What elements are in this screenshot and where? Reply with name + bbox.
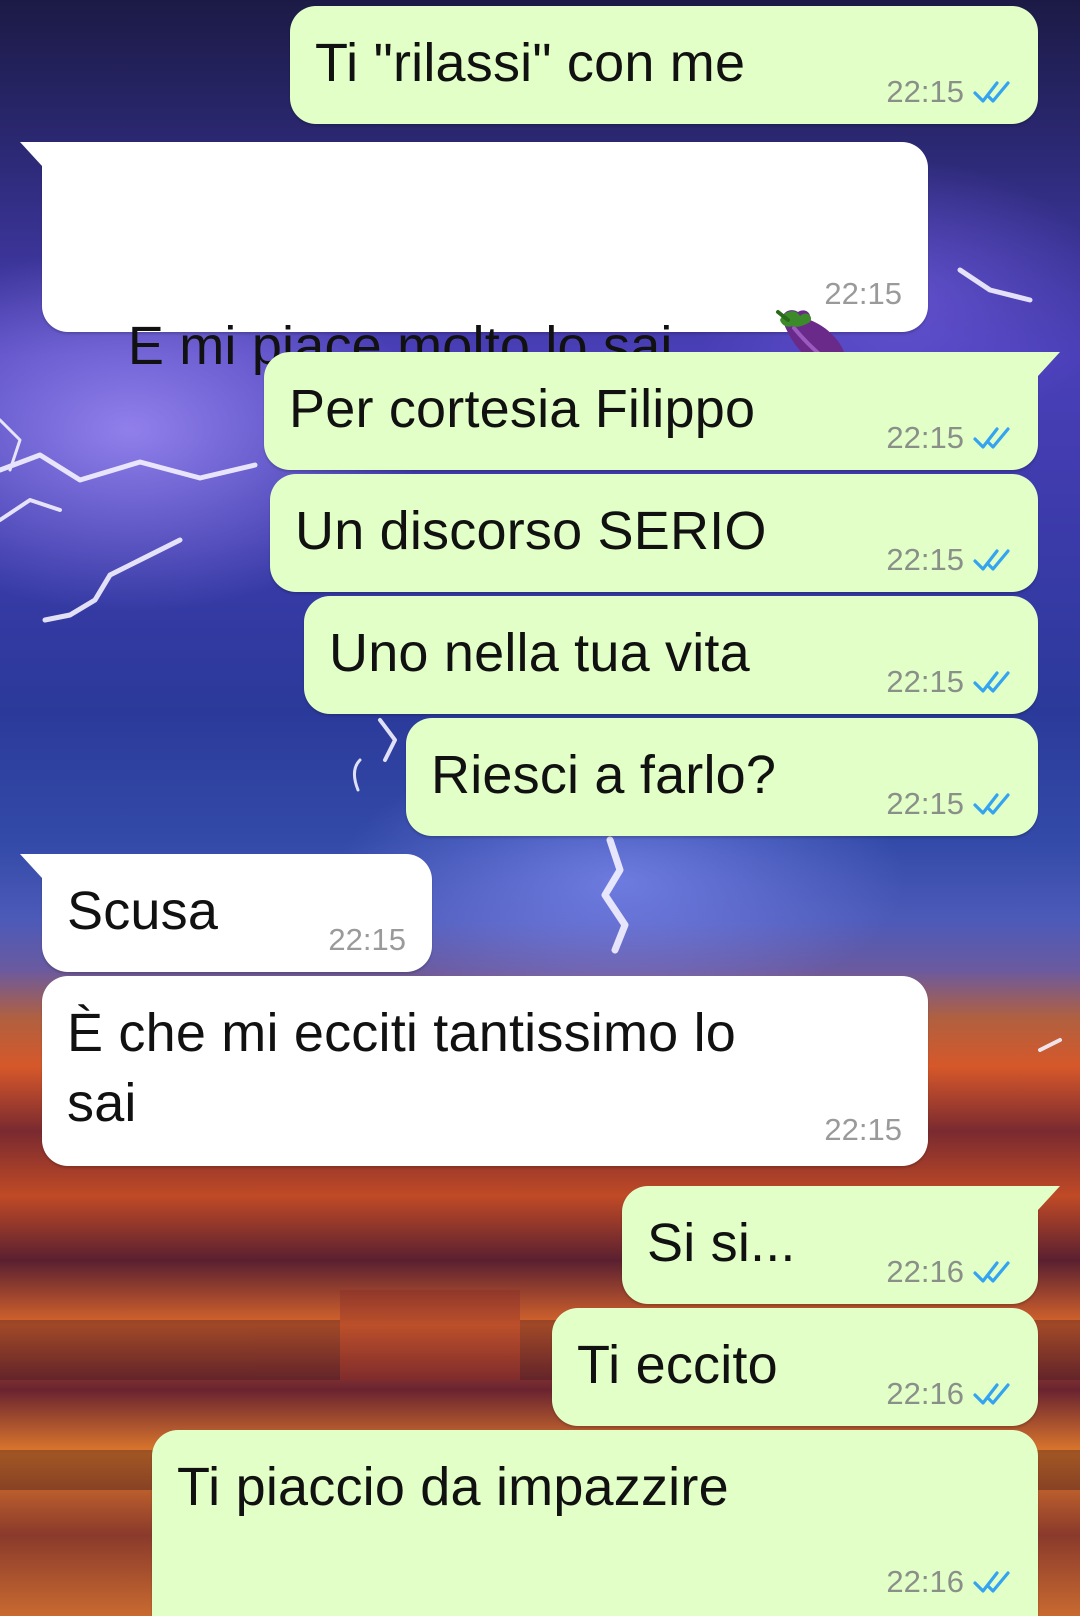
double-check-read-icon	[972, 667, 1016, 697]
message-text: Si si...	[647, 1213, 796, 1273]
outgoing-message[interactable]: Ti eccito 22:16	[552, 1308, 1038, 1426]
double-check-read-icon	[972, 789, 1016, 819]
bubble-tail	[20, 854, 42, 878]
bubble-tail	[20, 142, 42, 166]
incoming-message[interactable]: Scusa 22:15	[20, 854, 432, 972]
message-meta: 22:15	[886, 786, 1016, 822]
message-text: Per cortesia Filippo	[289, 379, 756, 439]
outgoing-message[interactable]: Un discorso SERIO 22:15	[270, 474, 1038, 592]
bubble-tail	[1038, 1186, 1060, 1210]
double-check-read-icon	[972, 1379, 1016, 1409]
message-text: Ti piaccio da impazzire	[177, 1457, 729, 1517]
incoming-message[interactable]: È che mi ecciti tantissimo lo sai 22:15	[42, 976, 928, 1166]
outgoing-message[interactable]: Per cortesia Filippo 22:15	[264, 352, 1060, 470]
double-check-read-icon	[972, 423, 1016, 453]
message-meta: 22:16	[886, 1564, 1016, 1600]
message-meta: 22:16	[886, 1254, 1016, 1290]
double-check-read-icon	[972, 1257, 1016, 1287]
message-meta: 22:15	[886, 542, 1016, 578]
message-text: Scusa	[67, 881, 219, 941]
message-meta: 22:15	[886, 74, 1016, 110]
message-text: Uno nella tua vita	[329, 623, 750, 683]
message-text: Riesci a farlo?	[431, 745, 777, 805]
outgoing-message[interactable]: Si si... 22:16	[622, 1186, 1060, 1304]
message-time: 22:16	[886, 1564, 964, 1599]
double-check-read-icon	[972, 545, 1016, 575]
message-time: 22:15	[886, 664, 964, 699]
message-time: 22:15	[824, 1112, 902, 1147]
double-check-read-icon	[972, 1567, 1016, 1597]
message-meta: 22:15	[886, 420, 1016, 456]
message-time: 22:15	[886, 786, 964, 821]
message-time: 22:16	[886, 1376, 964, 1411]
message-time: 22:15	[886, 542, 964, 577]
double-check-read-icon	[972, 77, 1016, 107]
message-time: 22:15	[886, 420, 964, 455]
outgoing-message[interactable]: Ti "rilassi" con me 22:15	[290, 6, 1038, 124]
outgoing-message[interactable]: Ti piaccio da impazzire 22:16	[152, 1430, 1038, 1616]
message-time: 22:15	[824, 276, 902, 311]
message-meta: 22:15	[824, 1112, 902, 1148]
message-meta: 22:15	[824, 276, 902, 312]
message-text: È che mi ecciti tantissimo lo sai	[67, 1003, 737, 1133]
message-time: 22:16	[886, 1254, 964, 1289]
bubble-tail	[1038, 352, 1060, 376]
outgoing-message[interactable]: Uno nella tua vita 22:15	[304, 596, 1038, 714]
message-meta: 22:15	[886, 664, 1016, 700]
message-text: Ti eccito	[577, 1335, 778, 1395]
message-time: 22:15	[886, 74, 964, 109]
message-text: Ti "rilassi" con me	[315, 33, 746, 93]
outgoing-message[interactable]: Riesci a farlo? 22:15	[406, 718, 1038, 836]
incoming-message[interactable]: E mi piace molto lo sai 22:15	[20, 142, 928, 376]
message-time: 22:15	[328, 922, 406, 957]
message-meta: 22:15	[328, 922, 406, 958]
message-meta: 22:16	[886, 1376, 1016, 1412]
message-text: Un discorso SERIO	[295, 501, 767, 561]
